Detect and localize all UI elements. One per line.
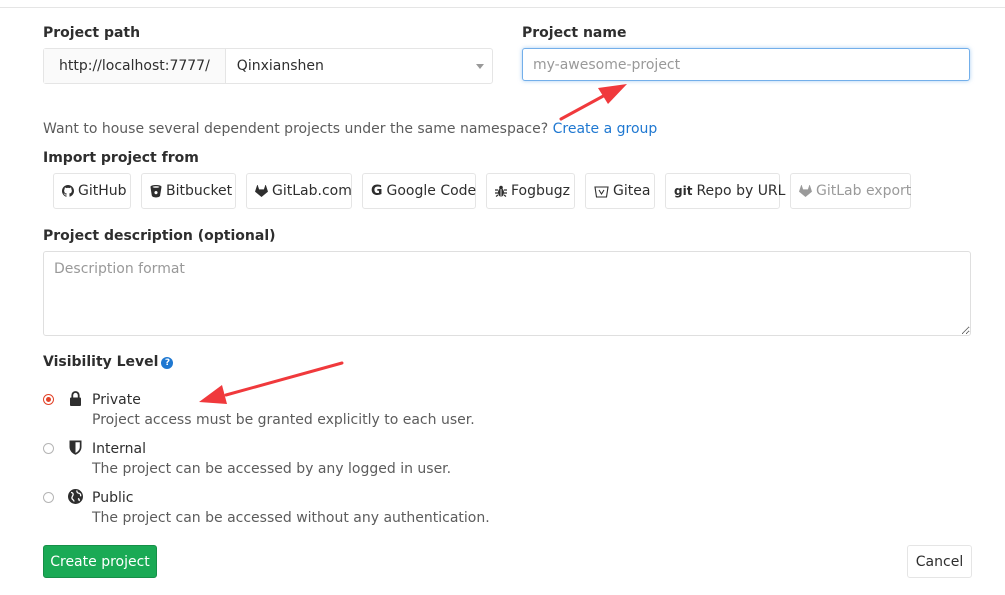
- import-gitlab-com-label: GitLab.com: [272, 183, 352, 199]
- project-path-label: Project path: [43, 25, 141, 41]
- project-name-input[interactable]: [522, 48, 970, 81]
- group-hint-text: Want to house several dependent projects…: [43, 121, 549, 137]
- namespace-value: Qinxianshen: [236, 58, 324, 74]
- project-path-group: http://localhost:7777/ Qinxianshen: [43, 48, 493, 84]
- import-gitlab-export-button[interactable]: GitLab export: [790, 173, 911, 209]
- import-gitea-button[interactable]: Gitea: [585, 173, 655, 209]
- top-divider: [0, 0, 1005, 8]
- group-hint: Want to house several dependent projects…: [43, 121, 657, 137]
- gitlab-icon: [255, 185, 268, 197]
- google-icon: G: [371, 183, 383, 199]
- visibility-radio-private[interactable]: [43, 394, 54, 405]
- import-fogbugz-label: Fogbugz: [511, 183, 571, 199]
- import-label: Import project from: [43, 150, 199, 166]
- project-name-label: Project name: [522, 25, 627, 41]
- import-github-label: GitHub: [78, 183, 127, 199]
- create-group-link[interactable]: Create a group: [553, 121, 658, 137]
- description-textarea[interactable]: [43, 251, 971, 336]
- visibility-desc-private: Project access must be granted explicitl…: [92, 412, 475, 428]
- bug-icon: [495, 185, 507, 198]
- gitlab-icon: [799, 185, 812, 197]
- arrow-to-private: [199, 361, 344, 404]
- gitea-icon: [594, 185, 609, 198]
- import-bitbucket-button[interactable]: Bitbucket: [141, 173, 236, 209]
- arrow-to-project-name: [559, 84, 627, 121]
- create-project-button[interactable]: Create project: [43, 545, 157, 578]
- visibility-title-private: Private: [92, 392, 141, 408]
- import-gitlab-com-button[interactable]: GitLab.com: [246, 173, 352, 209]
- import-gitea-label: Gitea: [613, 183, 651, 199]
- project-path-prefix: http://localhost:7777/: [44, 49, 226, 83]
- visibility-desc-public: The project can be accessed without any …: [92, 510, 490, 526]
- lock-icon: [67, 390, 84, 407]
- shield-icon: [67, 439, 84, 456]
- visibility-radio-internal[interactable]: [43, 443, 54, 454]
- import-gitlab-export-label: GitLab export: [816, 183, 912, 199]
- import-repo-by-url-label: Repo by URL: [696, 183, 786, 199]
- globe-icon: [67, 488, 84, 505]
- import-google-code-label: Google Code: [386, 183, 477, 199]
- namespace-select[interactable]: Qinxianshen: [226, 49, 492, 83]
- import-google-code-button[interactable]: G Google Code: [362, 173, 476, 209]
- visibility-desc-internal: The project can be accessed by any logge…: [92, 461, 452, 477]
- github-icon: [62, 185, 74, 197]
- git-icon: git: [674, 184, 693, 198]
- description-label: Project description (optional): [43, 228, 276, 244]
- visibility-title-internal: Internal: [92, 441, 146, 457]
- import-bitbucket-label: Bitbucket: [166, 183, 233, 199]
- visibility-heading: Visibility Level?: [43, 354, 174, 370]
- visibility-label: Visibility Level: [43, 354, 159, 370]
- import-github-button[interactable]: GitHub: [53, 173, 131, 209]
- import-repo-by-url-button[interactable]: git Repo by URL: [665, 173, 785, 209]
- visibility-title-public: Public: [92, 490, 134, 506]
- cancel-button[interactable]: Cancel: [907, 545, 972, 578]
- visibility-radio-public[interactable]: [43, 492, 54, 503]
- import-fogbugz-button[interactable]: Fogbugz: [486, 173, 575, 209]
- chevron-down-icon: [476, 64, 484, 69]
- bitbucket-icon: [150, 184, 162, 198]
- help-icon[interactable]: ?: [161, 357, 174, 369]
